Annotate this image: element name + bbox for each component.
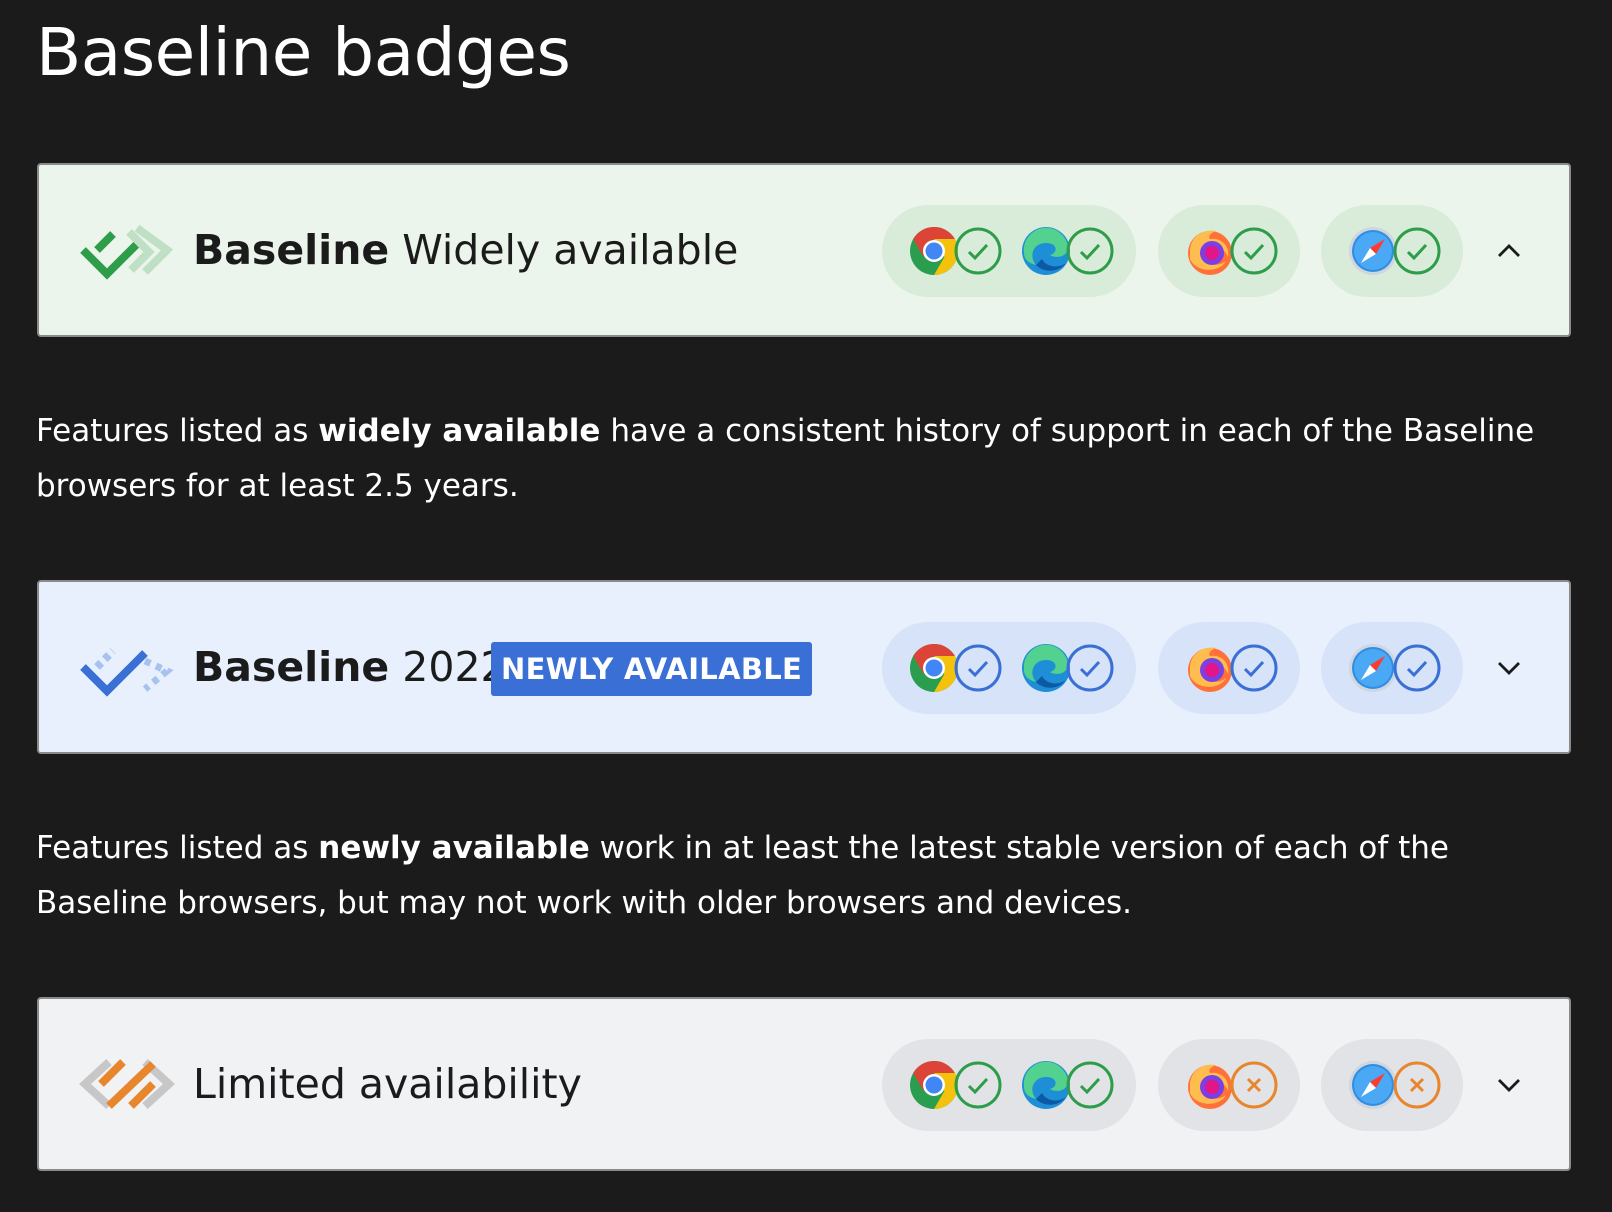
badge-title-rest: Widely available	[402, 226, 739, 274]
desc-text: Features listed as	[36, 830, 319, 866]
chevron-down-icon[interactable]	[1489, 648, 1529, 688]
baseline-widely-logo-icon	[80, 224, 174, 280]
chevron-down-icon[interactable]	[1489, 1065, 1529, 1105]
browser-chrome[interactable]	[906, 640, 1006, 696]
browser-safari[interactable]	[1345, 640, 1445, 696]
check-icon	[1066, 644, 1114, 692]
limited-availability-logo-icon	[79, 1059, 175, 1109]
browser-edge[interactable]	[1018, 223, 1118, 279]
check-icon	[1393, 227, 1441, 275]
browser-safari[interactable]	[1345, 1057, 1445, 1113]
chevron-up-icon[interactable]	[1489, 231, 1529, 271]
baseline-newly-logo-icon	[80, 648, 174, 697]
browser-group-safari	[1321, 205, 1463, 297]
badge-title: Baseline Widely available	[193, 165, 738, 335]
check-icon	[954, 1061, 1002, 1109]
cross-icon	[1230, 1061, 1278, 1109]
page-title: Baseline badges	[36, 14, 571, 91]
badge-title-bold: Baseline	[193, 226, 390, 274]
cross-icon	[1393, 1061, 1441, 1109]
badge-title: Baseline 2022	[193, 582, 507, 752]
browser-group-safari	[1321, 622, 1463, 714]
check-icon	[1230, 227, 1278, 275]
browser-group-chromium	[882, 205, 1136, 297]
browser-group-safari	[1321, 1039, 1463, 1131]
check-icon	[1230, 644, 1278, 692]
check-icon	[1066, 227, 1114, 275]
browser-group-chromium	[882, 1039, 1136, 1131]
browser-edge[interactable]	[1018, 1057, 1118, 1113]
check-icon	[1066, 1061, 1114, 1109]
desc-text: Features listed as	[36, 413, 319, 449]
check-icon	[954, 227, 1002, 275]
badge-title: Limited availability	[193, 1060, 582, 1108]
browser-safari[interactable]	[1345, 223, 1445, 279]
browser-firefox[interactable]	[1182, 223, 1282, 279]
browser-group-firefox	[1158, 1039, 1300, 1131]
browser-firefox[interactable]	[1182, 1057, 1282, 1113]
baseline-widely-badge[interactable]: Baseline Widely available	[37, 163, 1571, 337]
browser-chrome[interactable]	[906, 1057, 1006, 1113]
browser-group-firefox	[1158, 205, 1300, 297]
browser-edge[interactable]	[1018, 640, 1118, 696]
newly-description: Features listed as newly available work …	[36, 821, 1556, 931]
widely-description: Features listed as widely available have…	[36, 404, 1556, 514]
check-icon	[1393, 644, 1441, 692]
browser-chrome[interactable]	[906, 223, 1006, 279]
desc-bold: widely available	[318, 413, 601, 449]
check-icon	[954, 644, 1002, 692]
limited-availability-badge[interactable]: Limited availability	[37, 997, 1571, 1171]
browser-group-firefox	[1158, 622, 1300, 714]
badge-title-bold: Baseline	[193, 643, 390, 691]
desc-bold: newly available	[318, 830, 590, 866]
browser-firefox[interactable]	[1182, 640, 1282, 696]
newly-available-tag: NEWLY AVAILABLE	[491, 642, 813, 696]
baseline-newly-badge[interactable]: Baseline 2022 NEWLY AVAILABLE	[37, 580, 1571, 754]
browser-group-chromium	[882, 622, 1136, 714]
